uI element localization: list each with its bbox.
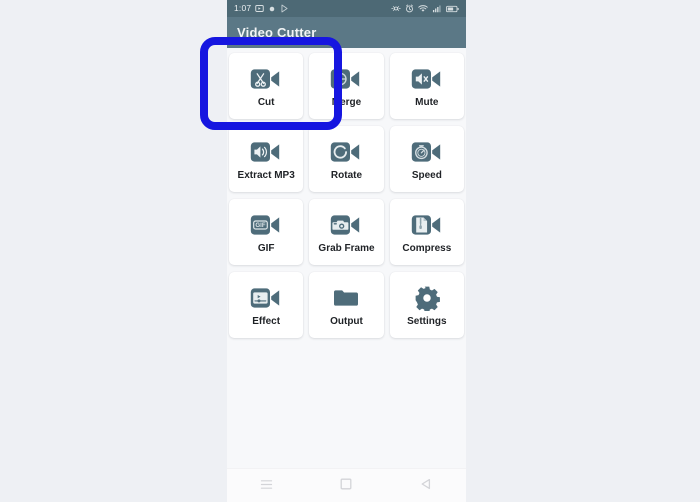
tool-label: Merge [331,96,362,108]
tool-card-effect[interactable]: Effect [229,272,304,338]
gear-icon [414,284,440,312]
tool-card-speed[interactable]: Speed [389,126,464,192]
battery-icon [446,0,459,18]
tool-label: Rotate [330,169,363,181]
video-effect-icon [250,284,282,312]
video-mute-icon [411,65,443,93]
tool-label: Grab Frame [318,242,375,254]
svg-text:GIF: GIF [256,222,266,229]
phone-screen: 1:07 Video Cutter Cut Merge Mute Extract… [227,0,466,502]
tool-label: Settings [407,315,447,327]
tool-card-merge[interactable]: Merge [309,53,384,119]
video-merge-icon [330,65,362,93]
tool-label: GIF [257,242,275,254]
play-store-icon [280,0,289,18]
navigation-bar [227,468,466,502]
tool-card-settings[interactable]: Settings [389,272,464,338]
tool-card-gif[interactable]: GIF GIF [229,199,304,265]
menu-icon [260,477,273,495]
folder-icon [332,284,360,312]
tool-card-output[interactable]: Output [309,272,384,338]
tool-card-rotate[interactable]: Rotate [309,126,384,192]
video-scissors-icon [250,65,282,93]
status-bar: 1:07 [227,0,466,17]
video-camera-icon [330,211,362,239]
wifi-icon [418,0,428,18]
video-stopwatch-icon [411,138,443,166]
tool-grid: Cut Merge Mute Extract MP3 Rotate Speed … [227,48,466,338]
tool-label: Mute [415,96,439,108]
status-bar-right [391,0,459,18]
app-bar: Video Cutter [227,17,466,48]
tool-label: Cut [257,96,275,108]
tool-card-compress[interactable]: Compress [389,199,464,265]
tool-label: Extract MP3 [237,169,295,181]
video-speaker-icon [250,138,282,166]
tool-label: Effect [252,315,281,327]
record-dot-icon [268,0,276,18]
signal-icon [432,0,442,18]
square-icon [340,477,352,495]
video-zip-icon [411,211,443,239]
cast-icon [391,0,401,18]
back-button[interactable] [409,473,443,499]
tool-card-cut[interactable]: Cut [229,53,304,119]
tool-label: Compress [402,242,452,254]
video-rotate-icon [330,138,362,166]
recents-button[interactable] [250,473,284,499]
screenshot-icon [255,0,265,18]
video-gif-icon: GIF [250,211,282,239]
tool-card-mute[interactable]: Mute [389,53,464,119]
tool-label: Output [330,315,363,327]
status-bar-left: 1:07 [234,0,289,18]
alarm-icon [405,0,414,18]
page-title: Video Cutter [237,25,317,40]
tool-card-extract-mp3[interactable]: Extract MP3 [229,126,304,192]
tool-card-grab-frame[interactable]: Grab Frame [309,199,384,265]
status-clock: 1:07 [234,3,252,14]
triangle-left-icon [420,477,432,495]
tool-label: Speed [411,169,442,181]
home-button[interactable] [329,473,363,499]
